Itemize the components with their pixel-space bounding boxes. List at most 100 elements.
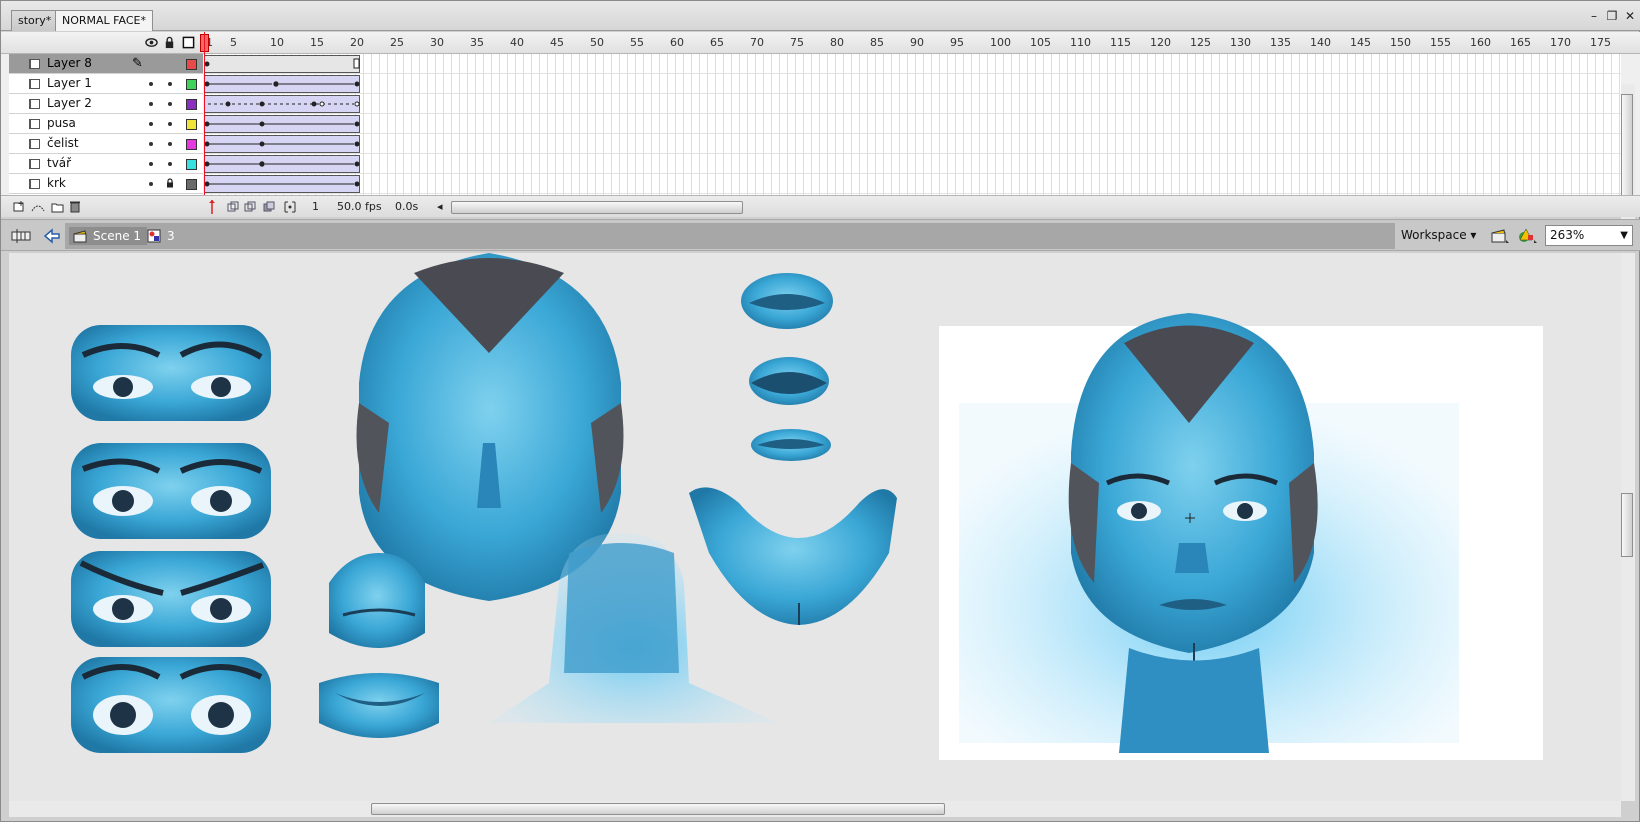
visibility-toggle[interactable] <box>149 182 153 186</box>
visibility-toggle[interactable] <box>149 82 153 86</box>
scroll-left-arrow[interactable]: ◂ <box>437 200 443 213</box>
ruler-tick-label: 155 <box>1430 36 1451 49</box>
outline-icon[interactable] <box>182 36 195 49</box>
breadcrumb-symbol[interactable]: 3 <box>143 227 181 245</box>
scrollbar-thumb[interactable] <box>371 803 945 815</box>
ruler-tick-label: 170 <box>1550 36 1571 49</box>
lock-toggle[interactable] <box>168 82 172 86</box>
timeline-panel: 1 5 10 15 20 25 30 35 40 45 50 55 60 65 70 75 80 85 90 95 10… <box>1 32 1640 234</box>
layer-row[interactable]: Layer 1 <box>9 74 203 94</box>
tween-arrows <box>204 58 360 187</box>
layer-icon <box>29 139 40 149</box>
breadcrumb-scene[interactable]: Scene 1 <box>69 227 148 245</box>
trash-icon[interactable] <box>69 200 81 213</box>
visibility-toggle[interactable] <box>149 102 153 106</box>
onion-skin-icon[interactable] <box>227 201 239 213</box>
lock-toggle[interactable] <box>168 142 172 146</box>
fps-readout[interactable]: 50.0 fps <box>337 200 382 213</box>
layer-row[interactable]: krk <box>9 174 203 194</box>
layer-row[interactable]: tvář <box>9 154 203 174</box>
layer-color-swatch[interactable] <box>186 99 197 110</box>
layer-name: Layer 1 <box>47 76 92 90</box>
layer-color-swatch[interactable] <box>186 59 197 70</box>
scrollbar-thumb[interactable] <box>1621 94 1633 204</box>
lock-toggle[interactable] <box>168 162 172 166</box>
zoom-combo[interactable]: 263% ▼ <box>1545 225 1633 246</box>
edit-scene-icon[interactable] <box>1491 227 1511 245</box>
ruler-tick-label: 25 <box>390 36 404 49</box>
layer-color-swatch[interactable] <box>186 119 197 130</box>
ruler-tick-label: 75 <box>790 36 804 49</box>
layer-row[interactable]: Layer 8 ✎ <box>9 54 203 74</box>
layer-color-swatch[interactable] <box>186 179 197 190</box>
visibility-toggle[interactable] <box>149 142 153 146</box>
frame-row[interactable] <box>204 54 1621 74</box>
chevron-down-icon[interactable]: ▼ <box>1620 226 1628 245</box>
frame-row[interactable] <box>204 134 1621 154</box>
ruler-tick-label: 10 <box>270 36 284 49</box>
workspace-dropdown[interactable]: Workspace ▾ <box>1401 228 1476 242</box>
layer-color-swatch[interactable] <box>186 139 197 150</box>
ruler-tick-label: 5 <box>230 36 237 49</box>
pencil-icon: ✎ <box>132 56 143 71</box>
ruler-tick-label: 70 <box>750 36 764 49</box>
new-folder-icon[interactable] <box>51 201 64 213</box>
onion-skin-outlines-icon[interactable] <box>244 201 256 213</box>
motion-guide-icon[interactable] <box>31 201 45 213</box>
layer-color-swatch[interactable] <box>186 79 197 90</box>
stage-vertical-scrollbar[interactable] <box>1621 253 1635 801</box>
stage-artwork <box>71 253 1459 753</box>
minimize-icon[interactable]: – <box>1587 9 1601 23</box>
ruler-tick-label: 40 <box>510 36 524 49</box>
tab-story[interactable]: story* <box>11 10 59 31</box>
eye-icon[interactable] <box>145 36 158 49</box>
timeline-horizontal-scrollbar[interactable] <box>451 201 743 214</box>
elapsed-time-readout: 0.0s <box>395 200 419 213</box>
ruler-tick-label: 50 <box>590 36 604 49</box>
frame-row[interactable] <box>204 114 1621 134</box>
timeline-toggle-icon[interactable] <box>11 228 31 244</box>
flash-editor-window: story* NORMAL FACE* – ❐ ✕ 1 5 10 15 20 25 30 35… <box>0 0 1640 822</box>
ruler-tick-label: 135 <box>1270 36 1291 49</box>
frame-row[interactable] <box>204 74 1621 94</box>
symbol-label: 3 <box>167 229 175 243</box>
center-frame-icon[interactable] <box>208 200 216 214</box>
ruler-tick-label: 45 <box>550 36 564 49</box>
current-frame-readout: 1 <box>312 200 319 213</box>
lock-toggle[interactable] <box>168 102 172 106</box>
layer-icon <box>29 99 40 109</box>
edit-multiple-frames-icon[interactable] <box>263 201 275 213</box>
layer-icon <box>29 119 40 129</box>
layer-icon <box>29 159 40 169</box>
restore-icon[interactable]: ❐ <box>1605 9 1619 23</box>
layer-color-swatch[interactable] <box>186 159 197 170</box>
new-layer-icon[interactable] <box>13 201 25 213</box>
lock-toggle[interactable] <box>168 122 172 126</box>
ruler-tick-label: 115 <box>1110 36 1131 49</box>
lock-icon[interactable] <box>165 178 175 188</box>
frame-row[interactable] <box>204 174 1621 194</box>
stage-horizontal-scrollbar[interactable] <box>9 801 1621 817</box>
frame-row[interactable] <box>204 154 1621 174</box>
ruler-tick-label: 165 <box>1510 36 1531 49</box>
lock-icon[interactable] <box>163 36 176 49</box>
ruler-tick-label: 95 <box>950 36 964 49</box>
tab-normal-face[interactable]: NORMAL FACE* <box>55 10 153 31</box>
layer-row[interactable]: pusa <box>9 114 203 134</box>
back-arrow-icon[interactable] <box>43 228 61 244</box>
close-icon[interactable]: ✕ <box>1623 9 1637 23</box>
scrollbar-thumb[interactable] <box>1621 493 1633 557</box>
frame-grid[interactable] <box>204 54 1621 195</box>
layer-row[interactable]: čelist <box>9 134 203 154</box>
eye-sprites <box>71 325 271 753</box>
layer-row[interactable]: Layer 2 <box>9 94 203 114</box>
ruler-tick-label: 100 <box>990 36 1011 49</box>
modify-onion-markers-icon[interactable] <box>284 201 296 213</box>
edit-symbols-icon[interactable] <box>1518 227 1538 245</box>
layer-name: Layer 8 <box>47 56 92 70</box>
visibility-toggle[interactable] <box>149 122 153 126</box>
layer-name: tvář <box>47 156 72 170</box>
visibility-toggle[interactable] <box>149 162 153 166</box>
frame-row[interactable] <box>204 94 1621 114</box>
stage-pasteboard[interactable] <box>9 253 1621 801</box>
